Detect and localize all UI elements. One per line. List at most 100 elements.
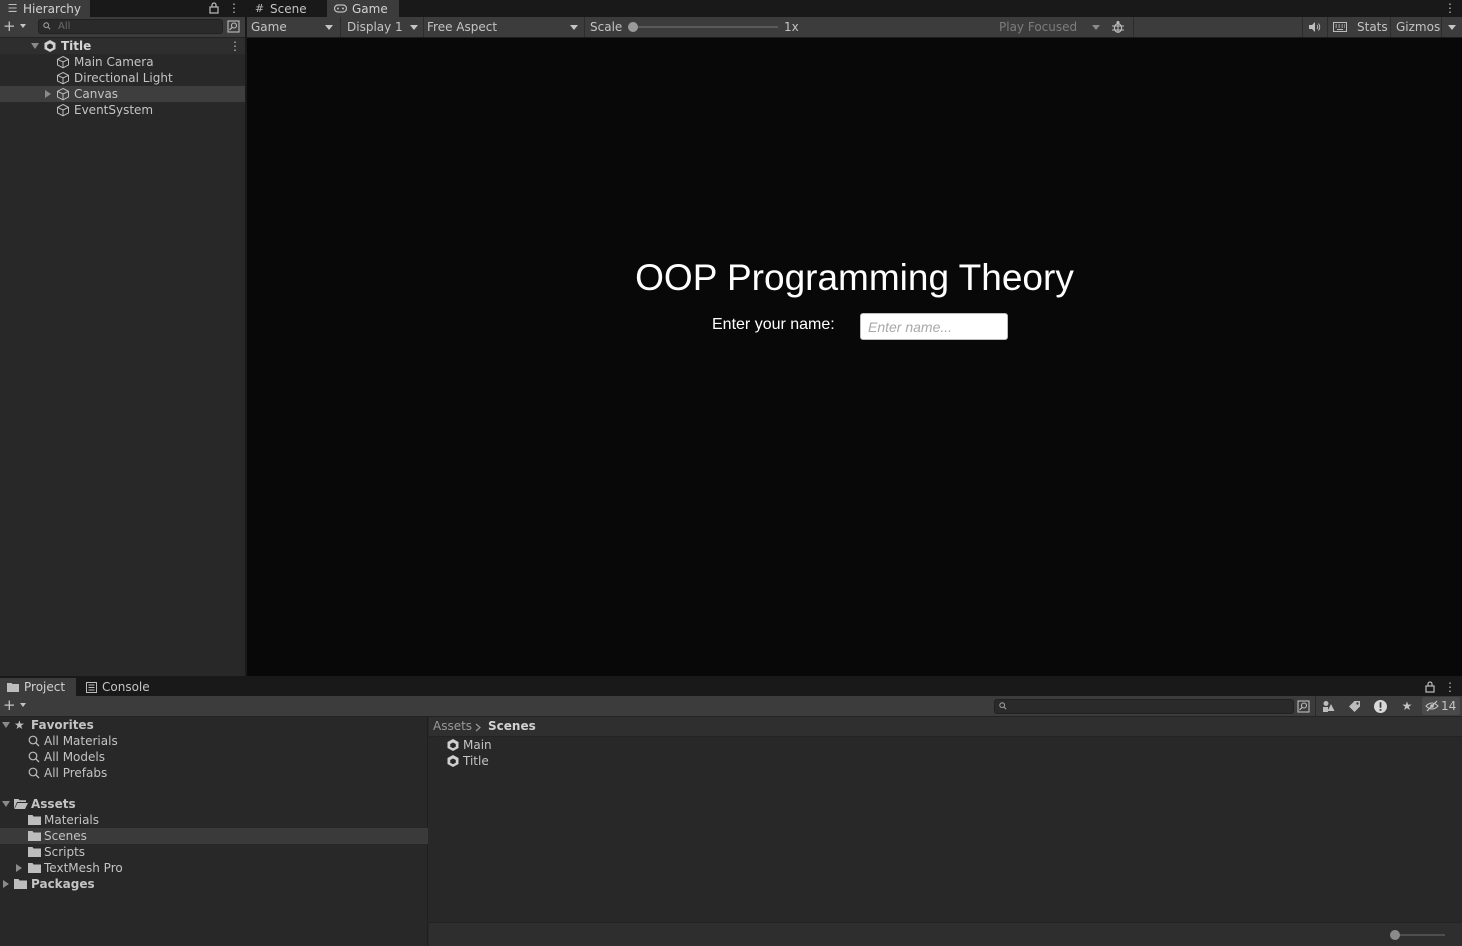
toolbar-divider (1302, 17, 1303, 37)
folder-icon (28, 815, 41, 825)
tab-hierarchy[interactable]: ☰ Hierarchy (0, 0, 90, 17)
gameobject-cube-icon (57, 71, 69, 85)
tab-game[interactable]: Game (327, 0, 399, 17)
packages-section[interactable]: Packages (0, 876, 428, 892)
favorite-item-all-materials[interactable]: All Materials (0, 733, 428, 749)
hierarchy-item-main-camera[interactable]: Main Camera (0, 54, 245, 70)
search-by-type-icon[interactable] (227, 20, 240, 33)
folder-icon (7, 683, 19, 692)
gizmos-dropdown-icon[interactable] (1448, 25, 1456, 30)
folder-icon (28, 847, 41, 857)
mode-dropdown[interactable]: Game (251, 17, 337, 37)
search-by-type-icon[interactable] (1297, 700, 1310, 713)
unity-scene-icon (447, 739, 459, 751)
assets-section[interactable]: Assets (0, 796, 428, 812)
scale-slider[interactable] (632, 26, 778, 28)
create-asset-dropdown-button[interactable]: + (3, 698, 29, 713)
hierarchy-item-label: Canvas (74, 87, 119, 101)
folder-item-scripts[interactable]: Scripts (0, 844, 428, 860)
chevron-down-icon (1092, 25, 1100, 30)
icon-size-slider[interactable] (1393, 934, 1445, 936)
asset-file-title[interactable]: Title (429, 753, 629, 769)
hierarchy-item-canvas[interactable]: Canvas (0, 86, 245, 102)
tab-project-label: Project (24, 680, 66, 694)
folder-item-textmesh-pro[interactable]: TextMesh Pro (0, 860, 428, 876)
play-mode-dropdown[interactable]: Play Focused (999, 17, 1101, 37)
expand-arrow-icon[interactable] (31, 43, 39, 49)
scene-menu-icon[interactable]: ⋮ (229, 40, 241, 52)
folder-icon (28, 863, 41, 873)
hierarchy-item-eventsystem[interactable]: EventSystem (0, 102, 245, 118)
gameobject-cube-icon (57, 55, 69, 69)
bug-icon[interactable] (1111, 20, 1125, 34)
folder-item-scenes[interactable]: Scenes (0, 828, 428, 844)
expand-arrow-icon[interactable] (45, 90, 51, 98)
gizmos-button[interactable]: Gizmos (1396, 17, 1440, 37)
chevron-right-icon (475, 723, 481, 732)
favorites-section[interactable]: ★ Favorites (0, 717, 428, 733)
aspect-dropdown[interactable]: Free Aspect (427, 17, 581, 37)
folder-label: TextMesh Pro (44, 861, 123, 875)
aspect-label: Free Aspect (427, 20, 498, 34)
more-options-icon[interactable]: ⋮ (1444, 681, 1456, 693)
expand-arrow-icon[interactable] (3, 880, 9, 888)
favorite-item-all-prefabs[interactable]: All Prefabs (0, 765, 428, 781)
filter-by-type-icon[interactable] (1322, 700, 1335, 713)
expand-arrow-icon[interactable] (16, 864, 22, 872)
warning-filter-icon[interactable] (1373, 699, 1388, 714)
star-favorite-icon[interactable]: ★ (1396, 698, 1418, 714)
project-panel: Project Console ⋮ + ★ 14 ★ Favorites All… (0, 678, 1462, 946)
tab-project[interactable]: Project (0, 678, 76, 696)
hierarchy-item-directional-light[interactable]: Directional Light (0, 70, 245, 86)
asset-file-main[interactable]: Main (429, 737, 629, 753)
scale-slider-handle[interactable] (628, 22, 638, 32)
favorite-label: All Models (44, 750, 105, 764)
scene-name: Title (61, 39, 92, 53)
search-icon (43, 22, 51, 30)
tab-scene[interactable]: # Scene (247, 0, 325, 17)
keyboard-icon[interactable] (1333, 21, 1347, 33)
lock-icon[interactable] (1425, 681, 1435, 693)
display-dropdown[interactable]: Display 1 (347, 17, 421, 37)
hidden-count: 14 (1441, 699, 1457, 713)
icon-size-slider-handle[interactable] (1390, 930, 1400, 940)
project-content-area: Assets Scenes Main Title (429, 717, 1462, 946)
hierarchy-search-input[interactable]: All (38, 19, 223, 34)
favorite-item-all-models[interactable]: All Models (0, 749, 428, 765)
favorites-label: Favorites (31, 718, 94, 732)
search-icon (28, 735, 40, 747)
breadcrumb: Assets Scenes (429, 717, 1462, 737)
unity-scene-icon (44, 40, 56, 52)
lock-icon[interactable] (209, 2, 219, 14)
toolbar-divider (1315, 696, 1316, 717)
chevron-down-icon (325, 25, 333, 30)
game-render-area[interactable]: OOP Programming Theory Enter your name: … (247, 38, 1462, 676)
breadcrumb-current[interactable]: Scenes (488, 719, 536, 733)
folder-item-materials[interactable]: Materials (0, 812, 428, 828)
stats-button[interactable]: Stats (1357, 17, 1388, 37)
hidden-packages-toggle[interactable]: 14 (1422, 697, 1460, 715)
hierarchy-toolbar: + All (0, 17, 245, 38)
folder-label: Scenes (44, 829, 87, 843)
project-toolbar: + ★ 14 (0, 696, 1462, 717)
search-icon (999, 702, 1007, 710)
more-options-icon[interactable]: ⋮ (228, 2, 240, 14)
hierarchy-panel: ☰ Hierarchy ⋮ + All Title ⋮ Main Camera … (0, 0, 245, 676)
name-input-field[interactable]: Enter name... (860, 313, 1008, 340)
expand-arrow-icon[interactable] (2, 722, 10, 728)
breadcrumb-root[interactable]: Assets (433, 719, 472, 733)
game-toolbar: Game Display 1 Free Aspect Scale 1x Play… (247, 17, 1462, 38)
label-tag-icon[interactable] (1348, 700, 1361, 713)
expand-arrow-icon[interactable] (2, 801, 10, 807)
project-search-input[interactable] (994, 699, 1294, 714)
tab-console[interactable]: Console (79, 678, 159, 696)
project-footer (429, 922, 1462, 946)
more-options-icon[interactable]: ⋮ (1444, 2, 1456, 14)
eye-slash-icon (1425, 700, 1439, 712)
speaker-icon[interactable] (1307, 21, 1321, 33)
scene-row-title[interactable]: Title ⋮ (0, 38, 245, 54)
tab-hierarchy-label: Hierarchy (23, 1, 82, 16)
toolbar-divider (1327, 17, 1328, 37)
chevron-down-icon (410, 25, 418, 30)
create-dropdown-button[interactable]: + (3, 19, 29, 34)
